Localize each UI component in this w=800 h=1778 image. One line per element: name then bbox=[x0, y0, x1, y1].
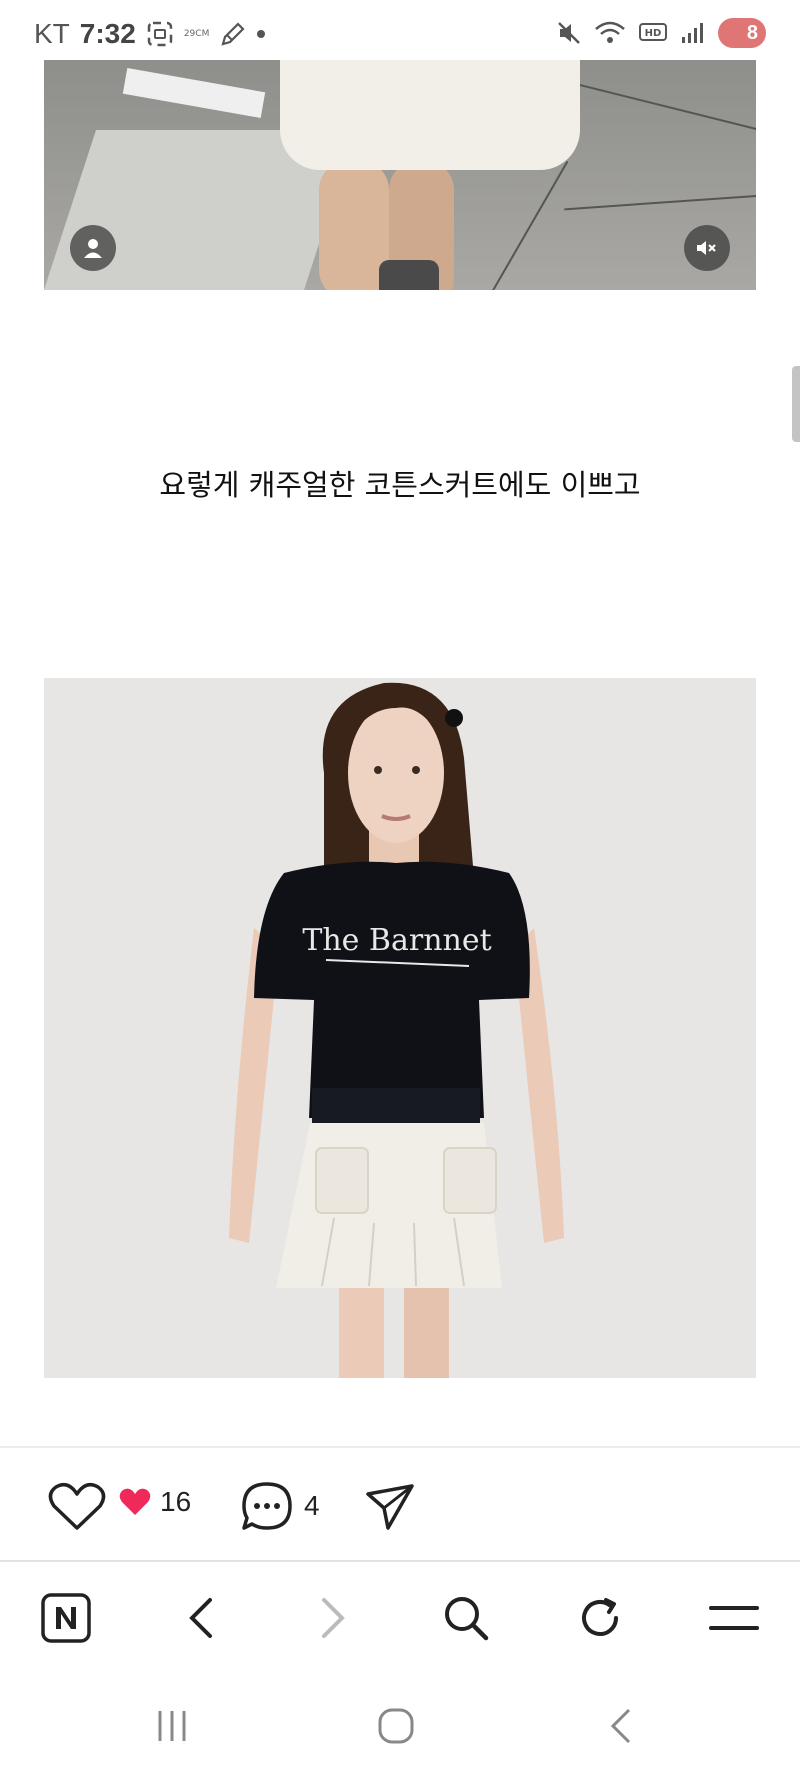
menu-button[interactable] bbox=[704, 1588, 764, 1648]
forward-button[interactable] bbox=[304, 1588, 364, 1648]
heart-outline-icon bbox=[48, 1482, 106, 1530]
post-action-bar: 16 4 bbox=[0, 1448, 800, 1560]
clock: 7:32 bbox=[79, 18, 136, 49]
hamburger-menu-icon bbox=[709, 1606, 759, 1630]
signal-icon bbox=[682, 23, 703, 43]
post-photo-1[interactable] bbox=[44, 60, 756, 290]
photo-boot bbox=[379, 260, 439, 290]
hd-voice-icon: HD bbox=[639, 23, 667, 41]
back-button[interactable] bbox=[170, 1588, 230, 1648]
carrier-label: KT bbox=[34, 18, 70, 49]
status-bar-right: HD 8 bbox=[556, 18, 766, 48]
wifi-icon bbox=[595, 21, 625, 43]
comments-count: 4 bbox=[304, 1490, 320, 1521]
paper-plane-icon bbox=[366, 1484, 414, 1530]
pencil-icon bbox=[221, 22, 245, 46]
shirt-print-text: The Barnnet bbox=[302, 923, 491, 958]
photo-dress bbox=[280, 60, 580, 170]
recent-apps-button[interactable] bbox=[142, 1704, 202, 1748]
naver-n-icon bbox=[41, 1593, 91, 1643]
product-photo: The Barnnet bbox=[44, 678, 756, 1378]
browser-toolbar bbox=[0, 1562, 800, 1672]
like-button[interactable] bbox=[48, 1482, 106, 1532]
post-photo-2[interactable]: The Barnnet bbox=[44, 678, 756, 1378]
notification-dot-icon bbox=[257, 30, 266, 38]
search-button[interactable] bbox=[436, 1588, 496, 1648]
recent-apps-icon bbox=[158, 1711, 186, 1741]
comment-button[interactable]: 4 bbox=[240, 1480, 320, 1532]
home-icon bbox=[378, 1708, 414, 1744]
system-back-button[interactable] bbox=[590, 1704, 650, 1748]
refresh-icon bbox=[582, 1598, 618, 1636]
profile-button[interactable] bbox=[70, 225, 116, 271]
likes-count: 16 bbox=[160, 1486, 192, 1517]
mute-button[interactable] bbox=[684, 225, 730, 271]
scrollbar-thumb[interactable] bbox=[792, 366, 800, 442]
mute-icon bbox=[697, 241, 716, 255]
refresh-button[interactable] bbox=[570, 1588, 630, 1648]
app-notification-label: 29CM bbox=[183, 29, 210, 39]
battery-level: 8 bbox=[746, 21, 758, 44]
system-navigation-bar bbox=[0, 1672, 800, 1778]
status-bar: KT 7:32 29CM HD 8 bbox=[0, 0, 800, 60]
share-button[interactable] bbox=[364, 1482, 416, 1532]
post-caption: 요렇게 캐주얼한 코튼스커트에도 이쁘고 bbox=[159, 468, 641, 502]
home-button[interactable] bbox=[366, 1704, 426, 1748]
naver-home-button[interactable] bbox=[36, 1588, 96, 1648]
chevron-left-icon bbox=[189, 1598, 212, 1638]
likes-count-button[interactable]: 16 bbox=[118, 1486, 191, 1518]
back-arrow-icon bbox=[610, 1708, 631, 1744]
screenshot-icon bbox=[147, 21, 173, 47]
status-bar-left: KT 7:32 29CM bbox=[34, 18, 266, 50]
chat-bubble-icon bbox=[242, 1482, 292, 1530]
chevron-right-icon bbox=[322, 1598, 345, 1638]
search-icon bbox=[445, 1597, 489, 1641]
person-icon bbox=[84, 239, 102, 258]
heart-filled-icon bbox=[119, 1488, 151, 1515]
svg-text:HD: HD bbox=[645, 28, 662, 39]
battery-indicator: 8 bbox=[718, 18, 766, 48]
mute-status-icon bbox=[558, 22, 580, 44]
